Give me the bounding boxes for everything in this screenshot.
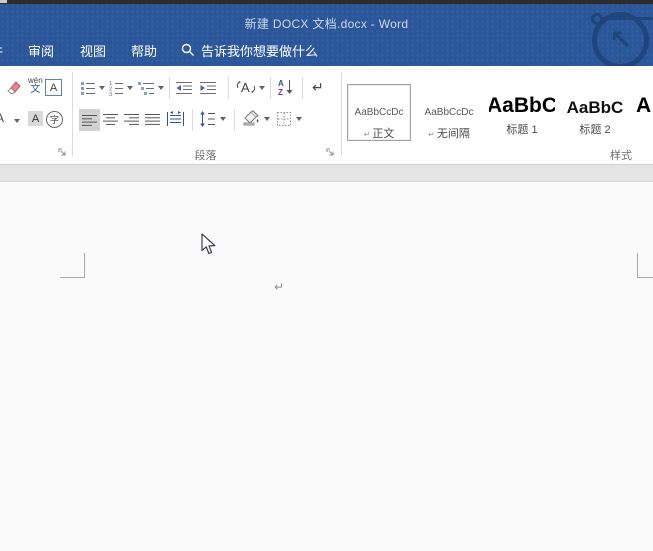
phonetic-guide-icon[interactable]: wén 文 [28, 77, 43, 95]
tab-view[interactable]: 视图 [80, 41, 106, 60]
multilevel-list-dropdown[interactable] [158, 86, 164, 90]
distributed-icon[interactable] [166, 111, 185, 127]
divider [169, 77, 170, 99]
mouse-cursor-icon [200, 233, 217, 256]
style-normal[interactable]: AaBbCcDc ↵正文 [347, 84, 411, 141]
window-title: 新建 DOCX 文档.docx - Word [0, 15, 653, 32]
ribbon-bottom-strip [0, 165, 653, 182]
watermark-arrow-icon: ↖ [609, 25, 632, 56]
return-mark-icon: ↵ [428, 130, 435, 139]
phonetic-bottom-text: 文 [30, 84, 40, 95]
shading-dropdown[interactable] [264, 117, 270, 121]
search-icon [181, 43, 195, 57]
tell-me-box[interactable]: 告诉我你想要做什么 [201, 41, 318, 60]
divider [228, 77, 229, 99]
align-center-icon[interactable] [103, 113, 119, 126]
borders-icon[interactable] [276, 111, 292, 127]
group-divider [72, 72, 73, 156]
divider [270, 77, 271, 99]
enclose-characters-icon[interactable]: 字 [46, 111, 63, 128]
style-heading-2[interactable]: AaBbC 标题 2 [561, 84, 629, 141]
tab-help[interactable]: 帮助 [131, 41, 157, 60]
style-name: 正文 [372, 128, 394, 140]
style-preview: AaBbC [489, 85, 555, 118]
ribbon: wén 文 A A A 字 1 2 [0, 66, 653, 165]
margin-corner-top-right [637, 253, 653, 278]
word-window: 新建 DOCX 文档.docx - Word ↖ 件 审阅 视图 帮助 告诉我你… [0, 0, 653, 551]
style-heading-1[interactable]: AaBbC 标题 1 [488, 84, 556, 141]
ribbon-tab-row: 件 审阅 视图 帮助 告诉我你想要做什么 [0, 33, 653, 66]
justify-icon[interactable] [145, 113, 161, 126]
numbering-digit-3: 3 [109, 92, 112, 96]
numbering-dropdown[interactable] [127, 86, 133, 90]
show-formatting-marks-icon[interactable]: ↵ [312, 79, 324, 96]
style-preview: AaBbC [562, 85, 628, 118]
borders-dropdown[interactable] [296, 117, 302, 121]
style-name: 标题 2 [562, 121, 628, 137]
asian-layout-letter: A [241, 80, 250, 95]
style-preview: AaBbCcDc [348, 85, 410, 122]
font-color-icon[interactable]: A [0, 112, 4, 124]
style-no-spacing[interactable]: AaBbCcDc ↵无间隔 [416, 84, 482, 141]
bullets-icon[interactable] [80, 80, 96, 96]
document-canvas[interactable]: ↵ [0, 182, 653, 551]
style-partial[interactable]: A [635, 84, 653, 141]
watermark-logo-icon: ↖ [592, 12, 649, 69]
tab-review[interactable]: 审阅 [28, 41, 54, 60]
clear-formatting-icon[interactable] [6, 79, 22, 95]
screen-top-edge-highlight [0, 0, 7, 3]
sort-letter-z: Z [278, 88, 283, 96]
align-right-icon[interactable] [124, 113, 140, 126]
style-preview: A [636, 85, 653, 118]
increase-indent-icon[interactable] [199, 80, 217, 96]
paragraph-mark: ↵ [274, 280, 284, 294]
margin-corner-top-left [60, 253, 85, 278]
bullets-dropdown[interactable] [99, 86, 105, 90]
divider [234, 109, 235, 131]
style-name: 无间隔 [437, 128, 470, 140]
character-shading-icon[interactable]: A [28, 111, 43, 126]
styles-group-label: 样式 [610, 147, 632, 163]
numbering-icon[interactable]: 1 2 3 [108, 80, 124, 96]
sort-icon[interactable]: A Z [277, 78, 294, 96]
asian-layout-dropdown[interactable] [259, 86, 265, 90]
decrease-indent-icon[interactable] [175, 80, 193, 96]
style-name: 标题 1 [489, 121, 555, 137]
align-left-icon[interactable] [79, 109, 100, 131]
font-dialog-launcher[interactable] [58, 148, 67, 157]
asian-layout-icon[interactable]: A [235, 78, 257, 96]
return-mark-icon: ↵ [364, 130, 371, 139]
sort-letter-a: A [278, 79, 284, 88]
paragraph-group-label: 段落 [78, 147, 333, 163]
tab-partial[interactable]: 件 [0, 41, 3, 60]
character-border-icon[interactable]: A [45, 79, 62, 96]
divider [192, 109, 193, 131]
group-divider [341, 72, 342, 156]
multilevel-list-icon[interactable] [137, 80, 155, 96]
style-preview: AaBbCcDc [417, 85, 481, 122]
line-spacing-dropdown[interactable] [220, 117, 226, 121]
divider [302, 77, 303, 99]
font-color-dropdown[interactable] [14, 119, 20, 123]
shading-icon[interactable] [242, 110, 260, 127]
paragraph-dialog-launcher[interactable] [326, 148, 335, 157]
title-bar: 新建 DOCX 文档.docx - Word [0, 4, 653, 33]
line-spacing-icon[interactable] [199, 111, 216, 127]
